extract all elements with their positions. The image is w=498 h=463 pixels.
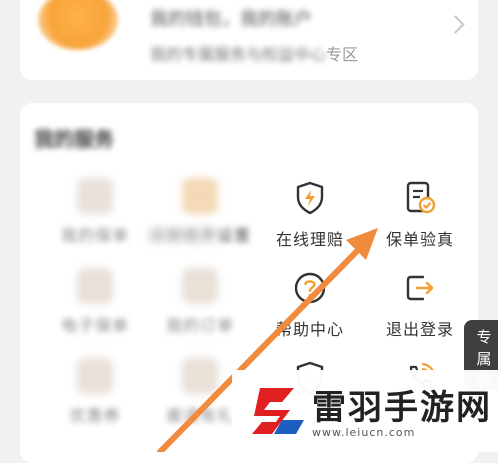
watermark-banner: 雷羽手游网 www.leiucn.com (232, 370, 498, 452)
watermark-brand: 雷羽手游网 (312, 388, 492, 428)
brand-logo-icon (252, 388, 304, 434)
watermark-url: www.leiucn.com (312, 426, 416, 439)
